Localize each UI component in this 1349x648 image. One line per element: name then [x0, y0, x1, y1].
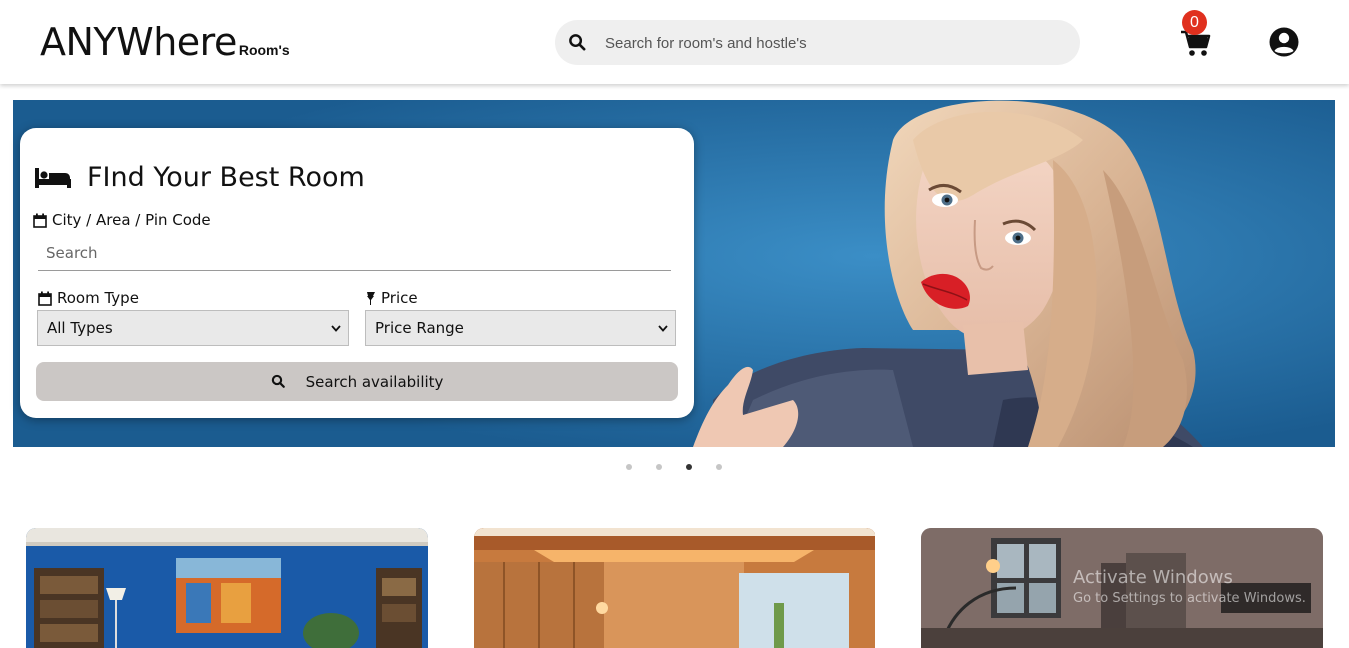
top-navbar: ANYWhere Room's 0	[0, 0, 1349, 84]
chevron-down-icon	[331, 325, 341, 332]
user-account-icon[interactable]	[1268, 26, 1300, 58]
search-icon[interactable]	[568, 33, 587, 52]
location-label-text: City / Area / Pin Code	[52, 211, 211, 229]
room-photo-1	[26, 528, 428, 648]
site-search-input[interactable]	[605, 28, 1055, 58]
room-type-label-text: Room Type	[57, 289, 139, 307]
cart-count-badge: 0	[1182, 10, 1207, 35]
location-label: City / Area / Pin Code	[33, 211, 211, 229]
logo-sub-text: Room's	[238, 42, 290, 58]
price-label-text: Price	[381, 289, 418, 307]
carousel-dot-active[interactable]	[686, 464, 692, 470]
carousel-dot[interactable]	[716, 464, 722, 470]
watermark-subtitle: Go to Settings to activate Windows.	[1073, 591, 1306, 606]
price-tag-icon	[367, 291, 375, 305]
carousel-dot[interactable]	[626, 464, 632, 470]
calendar-icon	[33, 213, 47, 228]
price-range-select[interactable]: Price Range	[365, 310, 676, 346]
room-finder-card: FInd Your Best Room City / Area / Pin Co…	[20, 128, 694, 418]
location-search-input[interactable]	[38, 236, 671, 271]
chevron-down-icon	[658, 325, 668, 332]
room-card-2[interactable]	[474, 528, 876, 648]
search-icon	[271, 374, 285, 388]
room-card-1[interactable]	[26, 528, 428, 648]
site-search-bar	[555, 20, 1080, 65]
bed-icon	[35, 168, 71, 188]
watermark-title: Activate Windows	[1073, 567, 1233, 588]
carousel-dot[interactable]	[656, 464, 662, 470]
finder-title: FInd Your Best Room	[87, 162, 365, 193]
room-photo-2	[474, 528, 875, 648]
os-activation-watermark: Activate Windows Go to Settings to activ…	[1073, 567, 1306, 606]
carousel-indicators	[626, 464, 746, 470]
price-range-value: Price Range	[375, 319, 464, 337]
logo-main-text: ANYWhere	[40, 20, 237, 64]
calendar-icon	[38, 291, 52, 306]
search-availability-label: Search availability	[305, 372, 444, 391]
price-label: Price	[366, 289, 418, 307]
room-type-select[interactable]: All Types	[37, 310, 349, 346]
room-type-label: Room Type	[38, 289, 139, 307]
search-availability-button[interactable]: Search availability	[36, 362, 678, 401]
brand-logo[interactable]: ANYWhere Room's	[40, 20, 290, 64]
room-type-value: All Types	[47, 319, 113, 337]
